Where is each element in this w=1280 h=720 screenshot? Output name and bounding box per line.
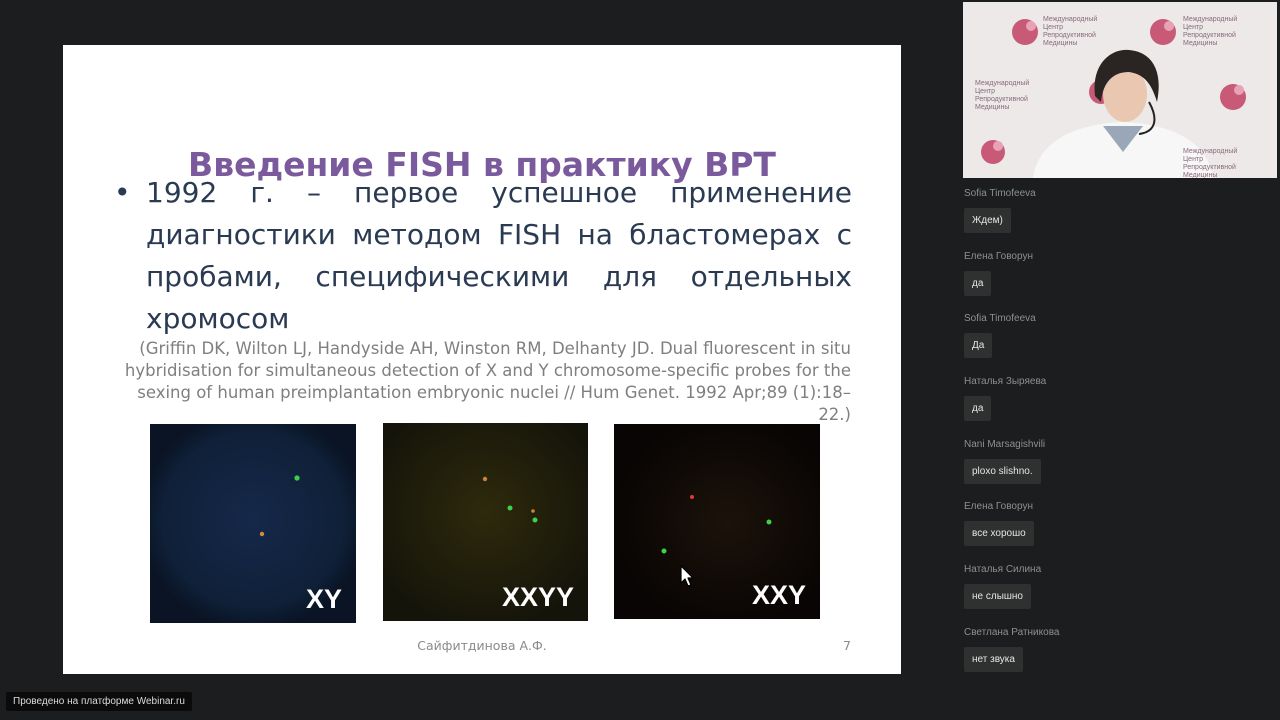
message-bubble: Ждем) xyxy=(964,208,1011,233)
orange-signal xyxy=(531,509,535,513)
fish-image-xxyy: XXYY xyxy=(383,423,588,621)
clinic-logo-icon xyxy=(1012,19,1038,45)
message-bubble: да xyxy=(964,396,992,422)
karyotype-label: XXYY xyxy=(501,582,574,612)
orange-signal xyxy=(259,531,265,537)
presenter-video[interactable]: Международный Центр Репродуктивной Медиц… xyxy=(963,2,1277,178)
green-signal xyxy=(507,505,513,511)
chat-message: Светлана Ратникова нет звука xyxy=(964,625,1274,688)
clinic-logo-icon xyxy=(1150,19,1176,45)
chat-message: Sofia Timofeeva Ждем) xyxy=(964,186,1274,249)
logo-line: Репродуктивной xyxy=(1183,164,1236,171)
message-bubble: не слышно xyxy=(964,584,1031,610)
orange-signal xyxy=(482,476,488,482)
logo-line: Репродуктивной xyxy=(1043,32,1096,39)
video-logo-text: Международный Центр Репродуктивной Медиц… xyxy=(975,80,1029,112)
chat-message: Елена Говорун да xyxy=(964,249,1274,312)
logo-line: Международный xyxy=(1183,16,1238,23)
fish-image-xxy: XXY xyxy=(614,424,820,619)
karyotype-label: XXY xyxy=(751,580,806,610)
chat-message: Наталья Зыряева да xyxy=(964,374,1274,437)
chat-message: Nani Marsagishvili ploxo slishno. xyxy=(964,437,1274,500)
platform-badge-link[interactable]: Проведено на платформе Webinar.ru xyxy=(6,692,192,711)
chat-panel[interactable]: Sofia Timofeeva Ждем) Елена Говорун да S… xyxy=(964,186,1274,688)
logo-line: Центр xyxy=(1183,156,1204,163)
karyotype-label: XY xyxy=(305,584,342,614)
chat-message: Наталья Силина не слышно xyxy=(964,562,1274,625)
slide-author: Сайфитдинова А.Ф. xyxy=(417,638,547,653)
video-logo-text: Международный Центр Репродуктивной Медиц… xyxy=(1183,16,1237,48)
clinic-logo-icon xyxy=(981,140,1005,164)
logo-line: Медицины xyxy=(975,104,1010,111)
message-author: Светлана Ратникова xyxy=(964,626,1060,638)
logo-line: Медицины xyxy=(1183,40,1218,47)
citation: (Griffin DK, Wilton LJ, Handyside AH, Wi… xyxy=(124,339,851,424)
message-author: Sofia Timofeeva xyxy=(964,188,1036,199)
green-signal xyxy=(532,517,538,523)
slide-page-number: 7 xyxy=(843,638,851,653)
message-bubble: да xyxy=(964,270,992,296)
slide-bullet: • 1992 г. – первое успешное применение д… xyxy=(114,172,852,340)
fish-image-xy: XY xyxy=(150,424,356,623)
logo-line: Международный xyxy=(1183,148,1238,155)
logo-line: Центр xyxy=(1183,24,1204,31)
message-author: Sofia Timofeeva xyxy=(964,313,1036,325)
clinic-logo-icon xyxy=(1220,84,1246,110)
logo-line: Медицины xyxy=(1043,40,1078,47)
logo-line: Центр xyxy=(1043,24,1064,31)
logo-line: Репродуктивной xyxy=(1183,32,1236,39)
logo-line: Международный xyxy=(1043,16,1098,23)
video-logo-text: Международный Центр Репродуктивной Медиц… xyxy=(1043,16,1097,48)
message-author: Елена Говорун xyxy=(964,250,1033,262)
presentation-slide: Введение FISH в практику ВРТ • 1992 г. –… xyxy=(63,45,901,674)
message-author: Елена Говорун xyxy=(964,501,1033,513)
green-signal xyxy=(766,519,772,525)
green-signal xyxy=(661,548,667,554)
video-logo-text: Международный Центр Репродуктивной Медиц… xyxy=(1183,148,1237,178)
message-bubble: ploxo slishno. xyxy=(964,458,1041,484)
message-bubble: нет звука xyxy=(964,646,1023,672)
message-author: Наталья Силина xyxy=(964,564,1042,576)
logo-line: Медицины xyxy=(1183,172,1218,178)
logo-line: Центр xyxy=(975,88,996,95)
green-signal xyxy=(294,475,300,481)
red-signal xyxy=(690,495,694,499)
message-author: Nani Marsagishvili xyxy=(964,438,1046,450)
message-author: Наталья Зыряева xyxy=(964,376,1047,388)
chat-message: Елена Говорун все хорошо xyxy=(964,499,1274,562)
logo-line: Международный xyxy=(975,80,1030,87)
message-bubble: Да xyxy=(964,333,993,359)
bullet-text: 1992 г. – первое успешное применение диа… xyxy=(146,176,852,335)
chat-message: Sofia Timofeeva Да xyxy=(964,311,1274,374)
bullet-marker: • xyxy=(114,176,131,209)
logo-line: Репродуктивной xyxy=(975,96,1028,103)
message-bubble: все хорошо xyxy=(964,521,1034,547)
cursor-arrow-icon xyxy=(680,565,694,587)
